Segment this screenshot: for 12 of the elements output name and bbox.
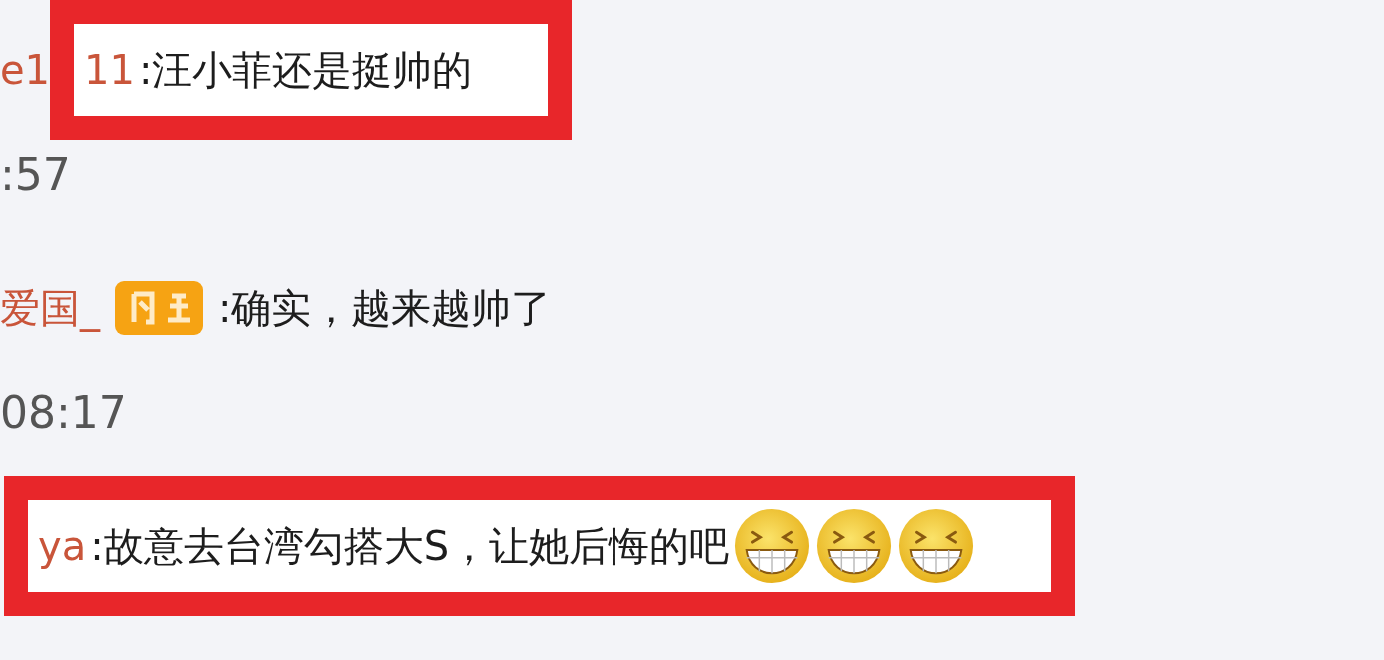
grinning-emoji-icon <box>897 507 976 585</box>
comment-text: :确实，越来越帅了 <box>218 283 552 333</box>
username[interactable]: 11 <box>84 47 135 93</box>
comment-time: :57 <box>0 148 72 202</box>
comment-text: :汪小菲还是挺帅的 <box>138 45 473 95</box>
grinning-emoji-icon <box>815 507 894 585</box>
grinning-emoji-icon <box>733 507 812 585</box>
username[interactable]: 爱国_ <box>0 280 100 336</box>
comment-time: 08:17 <box>0 386 128 440</box>
comment-text: :故意去台湾勾搭大S，让她后悔的吧 <box>90 521 730 571</box>
username[interactable]: e1 <box>0 47 51 93</box>
username[interactable]: ya <box>38 523 87 569</box>
